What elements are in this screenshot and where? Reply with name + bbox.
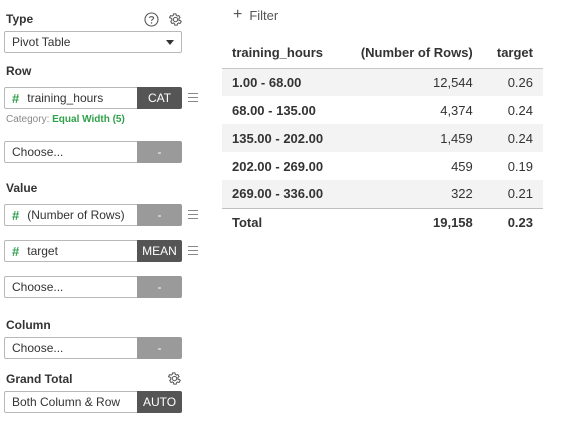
grand-total-field[interactable]: Both Column & Row AUTO xyxy=(4,391,182,413)
table-row: 269.00 - 336.00 322 0.21 xyxy=(222,180,543,208)
value-field-number-of-rows[interactable]: # (Number of Rows) - xyxy=(4,204,182,226)
total-mean-cell: 0.23 xyxy=(482,207,543,237)
value-field-name: (Number of Rows) xyxy=(27,208,125,222)
row-field-training-hours[interactable]: # training_hours CAT xyxy=(4,87,182,109)
column-choose-button[interactable]: - xyxy=(137,337,182,359)
value-choose-input[interactable]: Choose... xyxy=(4,276,137,298)
value-choose-button[interactable]: - xyxy=(137,276,182,298)
category-note: Category: Equal Width (5) xyxy=(6,114,125,125)
pivot-table: training_hours (Number of Rows) target 1… xyxy=(222,38,543,237)
column-choose-input[interactable]: Choose... xyxy=(4,337,137,359)
row-category-cell: 1.00 - 68.00 xyxy=(222,68,342,96)
table-row: 135.00 - 202.00 1,459 0.24 xyxy=(222,124,543,152)
value-field-aggregation-button[interactable]: MEAN xyxy=(137,240,182,262)
count-cell: 4,374 xyxy=(440,102,473,118)
value-field-name-box[interactable]: # target xyxy=(4,240,137,262)
value-field-name-box[interactable]: # (Number of Rows) xyxy=(4,204,137,226)
mean-cell: 0.24 xyxy=(482,124,543,152)
count-cell: 12,544 xyxy=(341,68,483,96)
drag-handle-icon[interactable] xyxy=(188,210,198,219)
value-field-aggregation-button[interactable]: - xyxy=(137,204,182,226)
row-choose-button[interactable]: - xyxy=(137,141,182,163)
row-category-cell: 269.00 - 336.00 xyxy=(222,180,342,208)
column-header[interactable]: target xyxy=(482,38,543,69)
numeric-type-icon: # xyxy=(12,207,20,223)
table-header-row: training_hours (Number of Rows) target xyxy=(222,38,543,69)
total-count-cell: 19,158 xyxy=(341,207,483,237)
total-row: Total 19,158 0.23 xyxy=(222,207,543,237)
total-label-cell: Total xyxy=(222,207,342,237)
row-category-cell: 135.00 - 202.00 xyxy=(222,124,342,152)
chevron-down-icon xyxy=(166,40,174,45)
filter-label: Filter xyxy=(249,7,279,23)
grand-total-label: Grand Total xyxy=(6,372,73,386)
row-field-aggregation-button[interactable]: CAT xyxy=(137,87,182,109)
numeric-type-icon: # xyxy=(12,243,20,259)
count-cell: 1,459 xyxy=(341,124,483,152)
table-row: 202.00 - 269.00 459 0.19 xyxy=(222,152,543,180)
chart-type-value: Pivot Table xyxy=(12,35,71,49)
type-label: Type xyxy=(6,12,34,26)
column-choose-field[interactable]: Choose... - xyxy=(4,337,182,359)
row-label: Row xyxy=(6,64,32,78)
chart-type-select[interactable]: Pivot Table xyxy=(4,31,182,53)
mean-cell: 0.19 xyxy=(507,158,533,174)
row-choose-field[interactable]: Choose... - xyxy=(4,141,182,163)
row-category-cell: 202.00 - 269.00 xyxy=(232,158,324,174)
mean-cell: 0.21 xyxy=(482,180,543,208)
plus-icon: + xyxy=(233,6,243,23)
grand-total-select[interactable]: Both Column & Row xyxy=(4,391,137,413)
gear-icon[interactable] xyxy=(167,11,183,27)
column-label: Column xyxy=(6,318,51,332)
table-row: 68.00 - 135.00 4,374 0.24 xyxy=(222,96,543,124)
column-header[interactable]: training_hours xyxy=(222,38,342,69)
row-field-name: training_hours xyxy=(27,91,104,105)
drag-handle-icon[interactable] xyxy=(188,246,198,255)
mean-cell: 0.24 xyxy=(507,102,533,118)
category-value-link[interactable]: Equal Width (5) xyxy=(52,114,125,125)
value-field-target[interactable]: # target MEAN xyxy=(4,240,182,262)
row-category-cell: 68.00 - 135.00 xyxy=(232,102,316,118)
numeric-type-icon: # xyxy=(12,90,20,106)
value-field-name: target xyxy=(27,244,58,258)
count-cell: 322 xyxy=(341,180,483,208)
add-filter-button[interactable]: + Filter xyxy=(233,7,278,23)
grand-total-auto-button[interactable]: AUTO xyxy=(137,391,182,413)
row-field-name-box[interactable]: # training_hours xyxy=(4,87,137,109)
drag-handle-icon[interactable] xyxy=(188,93,198,102)
table-row: 1.00 - 68.00 12,544 0.26 xyxy=(222,68,543,96)
help-circle-icon[interactable] xyxy=(143,11,159,27)
mean-cell: 0.26 xyxy=(482,68,543,96)
value-label: Value xyxy=(6,181,38,195)
category-label: Category: xyxy=(6,114,50,125)
column-header[interactable]: (Number of Rows) xyxy=(341,38,483,69)
gear-icon[interactable] xyxy=(166,370,182,386)
row-choose-input[interactable]: Choose... xyxy=(4,141,137,163)
value-choose-field[interactable]: Choose... - xyxy=(4,276,182,298)
count-cell: 459 xyxy=(451,158,473,174)
